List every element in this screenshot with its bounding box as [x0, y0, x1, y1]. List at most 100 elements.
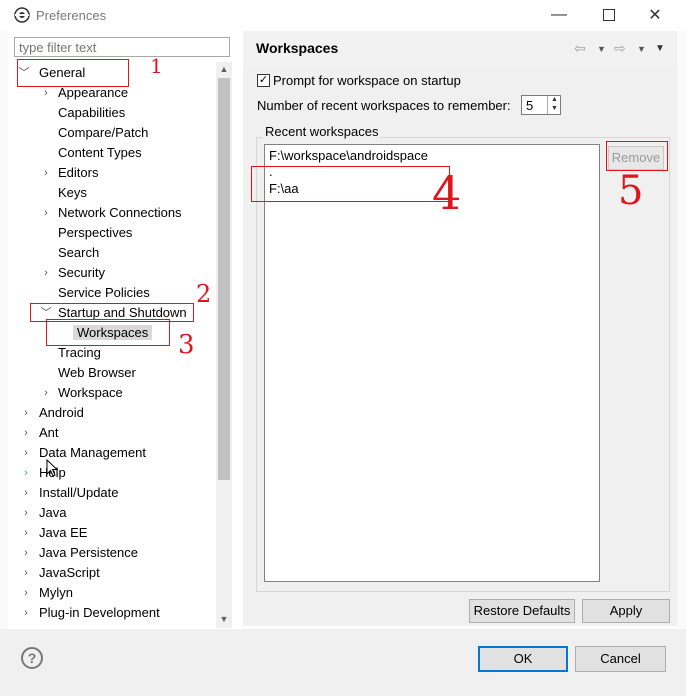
tree-item-mylyn[interactable]: › Mylyn — [20, 583, 73, 603]
annotation-box-remove — [606, 141, 668, 171]
mouse-cursor-icon — [46, 459, 58, 477]
back-menu-icon[interactable]: ▼ — [597, 44, 606, 54]
tree-item-tracing[interactable]: Tracing — [58, 343, 101, 363]
chevron-right-icon[interactable]: › — [40, 263, 52, 283]
eclipse-app-icon — [14, 7, 30, 23]
tree-item-label: Content Types — [58, 145, 142, 160]
tree-item-capabilities[interactable]: Capabilities — [58, 103, 125, 123]
tree-item-network-connections[interactable]: › Network Connections — [40, 203, 182, 223]
filter-input[interactable]: type filter text — [14, 37, 230, 57]
tree-item-label: Java EE — [39, 525, 88, 540]
tree-item-label: Install/Update — [39, 485, 119, 500]
annotation-number: 1 — [150, 54, 163, 78]
tree-item-label: Compare/Patch — [58, 125, 149, 140]
window-title: Preferences — [36, 8, 107, 23]
tree-item-label: Web Browser — [58, 365, 136, 380]
chevron-right-icon[interactable]: › — [20, 523, 32, 543]
restore-defaults-button[interactable]: Restore Defaults — [469, 599, 575, 623]
tree-item-label: Security — [58, 265, 105, 280]
tree-item-label: Keys — [58, 185, 87, 200]
tree-item-search[interactable]: Search — [58, 243, 99, 263]
chevron-right-icon[interactable]: › — [20, 483, 32, 503]
chevron-right-icon[interactable]: › — [20, 503, 32, 523]
list-item[interactable]: F:\workspace\androidspace — [269, 148, 428, 163]
tree-item-security[interactable]: › Security — [40, 263, 105, 283]
tree-item-label: Java — [39, 505, 67, 520]
tree-item-data-management[interactable]: › Data Management — [20, 443, 146, 463]
tree-item-label: Workspace — [58, 385, 123, 400]
tree-item-service-policies[interactable]: Service Policies — [58, 283, 150, 303]
tree-item-content-types[interactable]: Content Types — [58, 143, 142, 163]
prompt-checkbox[interactable]: ✓ — [257, 74, 270, 87]
apply-button[interactable]: Apply — [582, 599, 670, 623]
tree-item-label: Plug-in Development — [39, 605, 160, 620]
tree-item-web-browser[interactable]: Web Browser — [58, 363, 136, 383]
back-icon[interactable]: ⇦ — [574, 40, 586, 57]
tree-item-label: Appearance — [58, 85, 129, 100]
tree-item-editors[interactable]: › Editors — [40, 163, 98, 183]
ok-button[interactable]: OK — [478, 646, 568, 672]
tree-item-label: Search — [58, 245, 100, 260]
chevron-right-icon[interactable]: › — [20, 423, 32, 443]
tree-item-perspectives[interactable]: Perspectives — [58, 223, 132, 243]
chevron-right-icon[interactable]: › — [20, 543, 32, 563]
tree-item-label: Android — [39, 405, 84, 420]
tree-item-label: Java Persistence — [39, 545, 138, 560]
chevron-right-icon[interactable]: › — [40, 383, 52, 403]
chevron-right-icon[interactable]: › — [20, 403, 32, 423]
chevron-right-icon[interactable]: › — [20, 563, 32, 583]
tree-item-label: Network Connections — [58, 205, 182, 220]
annotation-box-entries — [251, 166, 450, 202]
tree-item-java[interactable]: › Java — [20, 503, 66, 523]
annotation-box-workspaces — [46, 319, 170, 346]
tree-item-javascript[interactable]: › JavaScript — [20, 563, 100, 583]
close-icon[interactable]: ✕ — [643, 4, 667, 26]
chevron-right-icon[interactable]: › — [20, 443, 32, 463]
tree-item-help[interactable]: › Help — [20, 463, 66, 483]
annotation-number: 3 — [178, 330, 195, 360]
tree-item-java-persistence[interactable]: › Java Persistence — [20, 543, 138, 563]
tree-item-plug-in-development[interactable]: › Plug-in Development — [20, 603, 160, 623]
spinner-down-icon[interactable]: ▼ — [547, 105, 561, 114]
tree-item-android[interactable]: › Android — [20, 403, 84, 423]
annotation-number: 4 — [432, 166, 462, 220]
tree-item-workspace[interactable]: › Workspace — [40, 383, 123, 403]
tree-item-label: Ant — [39, 425, 59, 440]
tree-scrollbar-thumb[interactable] — [218, 78, 230, 480]
chevron-right-icon[interactable]: › — [20, 583, 32, 603]
tree-item-label: Mylyn — [39, 585, 73, 600]
tree-item-install-update[interactable]: › Install/Update — [20, 483, 119, 503]
tree-item-label: Tracing — [58, 345, 101, 360]
recent-count-spinner[interactable]: 5 ▲ ▼ — [521, 95, 561, 115]
forward-menu-icon[interactable]: ▼ — [637, 44, 646, 54]
annotation-box-general — [17, 59, 129, 87]
help-icon[interactable]: ? — [21, 647, 43, 669]
prompt-label: Prompt for workspace on startup — [273, 73, 461, 88]
chevron-right-icon[interactable]: › — [40, 203, 52, 223]
tree-item-ant[interactable]: › Ant — [20, 423, 59, 443]
minimize-icon[interactable]: — — [547, 4, 571, 26]
tree-item-label: Perspectives — [58, 225, 133, 240]
annotation-number: 2 — [196, 280, 212, 308]
tree-item-label: Capabilities — [58, 105, 126, 120]
tree-item-java-ee[interactable]: › Java EE — [20, 523, 87, 543]
chevron-right-icon[interactable]: › — [20, 463, 32, 483]
recent-count-value: 5 — [526, 98, 534, 113]
tree-item-keys[interactable]: Keys — [58, 183, 87, 203]
cancel-button[interactable]: Cancel — [575, 646, 666, 672]
scroll-down-icon[interactable]: ▼ — [216, 614, 232, 628]
tree-item-label: JavaScript — [39, 565, 100, 580]
maximize-icon[interactable] — [597, 4, 621, 26]
scroll-up-icon[interactable]: ▲ — [216, 64, 232, 78]
tree-item-label: Data Management — [39, 445, 146, 460]
tree-item-label: Service Policies — [58, 285, 150, 300]
chevron-right-icon[interactable]: › — [20, 603, 32, 623]
spinner-up-icon[interactable]: ▲ — [547, 96, 561, 105]
page-title: Workspaces — [256, 40, 339, 56]
left-window-edge — [0, 31, 8, 629]
tree-item-compare-patch[interactable]: Compare/Patch — [58, 123, 148, 143]
chevron-right-icon[interactable]: › — [40, 163, 52, 183]
forward-icon[interactable]: ⇨ — [614, 40, 626, 57]
title-bar: Preferences — ✕ — [0, 0, 686, 31]
view-menu-icon[interactable]: ▼ — [655, 43, 665, 54]
